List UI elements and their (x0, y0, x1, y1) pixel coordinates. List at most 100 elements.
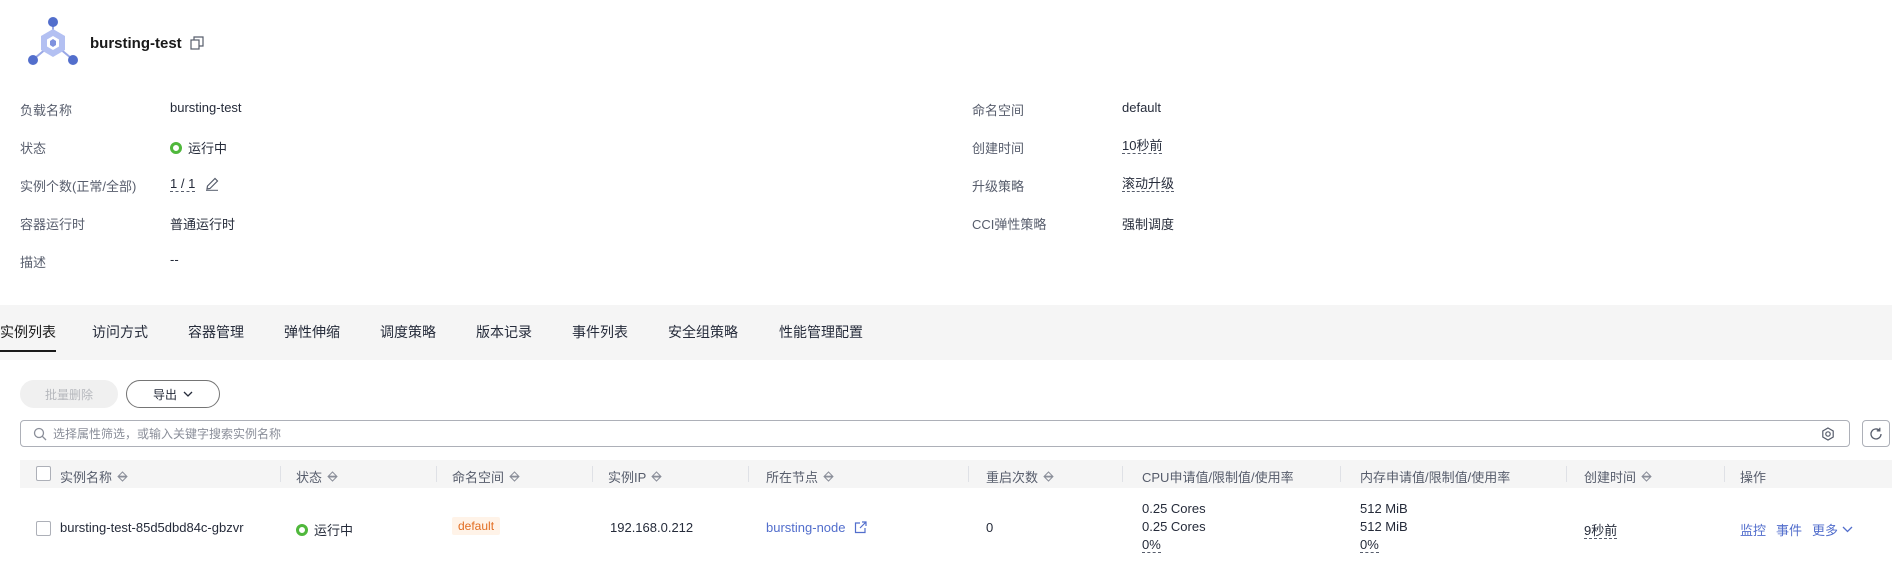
column-header-name[interactable]: 实例名称 (60, 467, 128, 486)
detail-value-runtime: 普通运行时 (170, 217, 236, 232)
node-link[interactable]: bursting-node (766, 520, 867, 535)
detail-value-upgrade: 滚动升级 (1122, 176, 1175, 192)
cluster-hexagon-icon (28, 17, 78, 65)
column-header-namespace[interactable]: 命名空间 (452, 467, 520, 486)
column-divider[interactable] (1566, 466, 1567, 482)
tab-events[interactable]: 事件列表 (572, 322, 628, 342)
tab-bar: 实例列表 访问方式 容器管理 弹性伸缩 调度策略 版本记录 事件列表 安全组策略… (0, 305, 1892, 360)
node-link-text[interactable]: bursting-node (766, 520, 846, 535)
table-header: 实例名称 状态 命名空间 实例IP 所在节点 重启次数 CPU申请值/限制值/使… (20, 460, 1892, 488)
search-bar[interactable] (20, 420, 1850, 447)
namespace-badge-text: default (452, 517, 501, 535)
batch-delete-button[interactable]: 批量删除 (20, 380, 118, 408)
refresh-button[interactable] (1862, 420, 1890, 447)
chevron-down-icon (183, 391, 193, 397)
copy-icon[interactable] (190, 36, 204, 50)
status-text: 运行中 (188, 141, 228, 156)
page-header: bursting-test (26, 16, 204, 70)
column-header-actions: 操作 (1740, 470, 1767, 485)
monitor-link[interactable]: 监控 (1740, 520, 1766, 539)
memory-usage-rate[interactable]: 0% (1360, 538, 1379, 553)
sort-icon (823, 471, 834, 482)
detail-value-description: -- (170, 252, 179, 267)
created-time[interactable]: 10秒前 (1122, 138, 1163, 154)
tab-versions[interactable]: 版本记录 (476, 322, 532, 342)
cpu-request: 0.25 Cores (1142, 501, 1206, 516)
column-header-memory: 内存申请值/限制值/使用率 (1360, 470, 1511, 485)
table-row: bursting-test-85d5dbd84c-gbzvr 运行中 defau… (20, 496, 1892, 562)
created-time-cell: 9秒前 (1584, 520, 1618, 539)
detail-label-upgrade: 升级策略 (972, 179, 1025, 194)
column-divider[interactable] (1340, 466, 1341, 482)
chevron-down-icon[interactable] (1842, 526, 1853, 533)
export-button[interactable]: 导出 (126, 380, 220, 408)
column-divider[interactable] (436, 466, 437, 482)
tab-performance[interactable]: 性能管理配置 (779, 322, 863, 342)
column-header-label: 状态 (296, 470, 323, 485)
sort-icon (327, 471, 338, 482)
detail-label-description: 描述 (20, 255, 47, 270)
tab-instances[interactable]: 实例列表 (0, 322, 56, 352)
export-label: 导出 (152, 387, 177, 402)
memory-request: 512 MiB (1360, 501, 1408, 516)
detail-label-name: 负载名称 (20, 103, 73, 118)
search-icon (33, 427, 47, 440)
search-input[interactable] (53, 426, 1821, 441)
settings-icon[interactable] (1821, 426, 1835, 441)
instance-status: 运行中 (296, 520, 353, 539)
row-checkbox[interactable] (36, 521, 51, 539)
page-title: bursting-test (90, 34, 182, 52)
detail-label-namespace: 命名空间 (972, 103, 1025, 118)
detail-label-instances: 实例个数(正常/全部) (20, 179, 137, 194)
column-divider[interactable] (1122, 466, 1123, 482)
restart-count: 0 (986, 520, 994, 535)
more-dropdown[interactable]: 更多 (1812, 520, 1838, 539)
sort-icon (1043, 471, 1054, 482)
detail-value-cci: 强制调度 (1122, 217, 1175, 232)
sort-icon (1641, 471, 1652, 482)
cpu-limit: 0.25 Cores (1142, 519, 1206, 534)
detail-value-status: 运行中 (170, 138, 227, 157)
edit-icon[interactable] (205, 177, 219, 191)
cpu-usage-rate[interactable]: 0% (1142, 538, 1161, 553)
tab-containers[interactable]: 容器管理 (188, 322, 244, 342)
column-divider[interactable] (1724, 466, 1725, 482)
column-divider[interactable] (968, 466, 969, 482)
tab-security-groups[interactable]: 安全组策略 (668, 322, 738, 342)
column-header-created[interactable]: 创建时间 (1584, 467, 1652, 486)
detail-value-namespace: default (1122, 100, 1162, 115)
column-header-label: 重启次数 (986, 470, 1039, 485)
column-header-status[interactable]: 状态 (296, 467, 338, 486)
sort-icon (509, 471, 520, 482)
row-actions: 监控 事件 更多 (1740, 520, 1853, 539)
status-running-icon (170, 141, 182, 154)
tab-autoscaling[interactable]: 弹性伸缩 (284, 322, 340, 342)
row-created-time[interactable]: 9秒前 (1584, 523, 1618, 539)
select-all-checkbox[interactable] (36, 466, 51, 481)
instance-status-text: 运行中 (314, 523, 354, 538)
memory-limit: 512 MiB (1360, 519, 1408, 534)
column-header-cpu: CPU申请值/限制值/使用率 (1142, 470, 1294, 485)
column-divider[interactable] (748, 466, 749, 482)
external-link-icon[interactable] (854, 521, 867, 534)
memory-usage: 512 MiB 512 MiB 0% (1360, 500, 1408, 554)
refresh-icon (1870, 427, 1882, 440)
detail-value-created: 10秒前 (1122, 138, 1163, 154)
column-divider[interactable] (280, 466, 281, 482)
events-link[interactable]: 事件 (1776, 520, 1802, 539)
tab-scheduling[interactable]: 调度策略 (380, 322, 436, 342)
column-header-node[interactable]: 所在节点 (766, 467, 834, 486)
column-header-label: 实例IP (608, 470, 647, 485)
detail-label-status: 状态 (20, 141, 47, 156)
upgrade-strategy[interactable]: 滚动升级 (1122, 176, 1175, 192)
column-header-ip[interactable]: 实例IP (608, 467, 663, 486)
column-header-restarts[interactable]: 重启次数 (986, 467, 1054, 486)
tab-access[interactable]: 访问方式 (92, 322, 148, 342)
status-running-icon (296, 523, 308, 536)
instance-count[interactable]: 1 / 1 (170, 176, 196, 192)
detail-value-name: bursting-test (170, 100, 242, 115)
instance-name: bursting-test-85d5dbd84c-gbzvr (60, 520, 244, 535)
column-divider[interactable] (592, 466, 593, 482)
detail-label-cci: CCI弹性策略 (972, 217, 1047, 232)
sort-icon (117, 471, 128, 482)
